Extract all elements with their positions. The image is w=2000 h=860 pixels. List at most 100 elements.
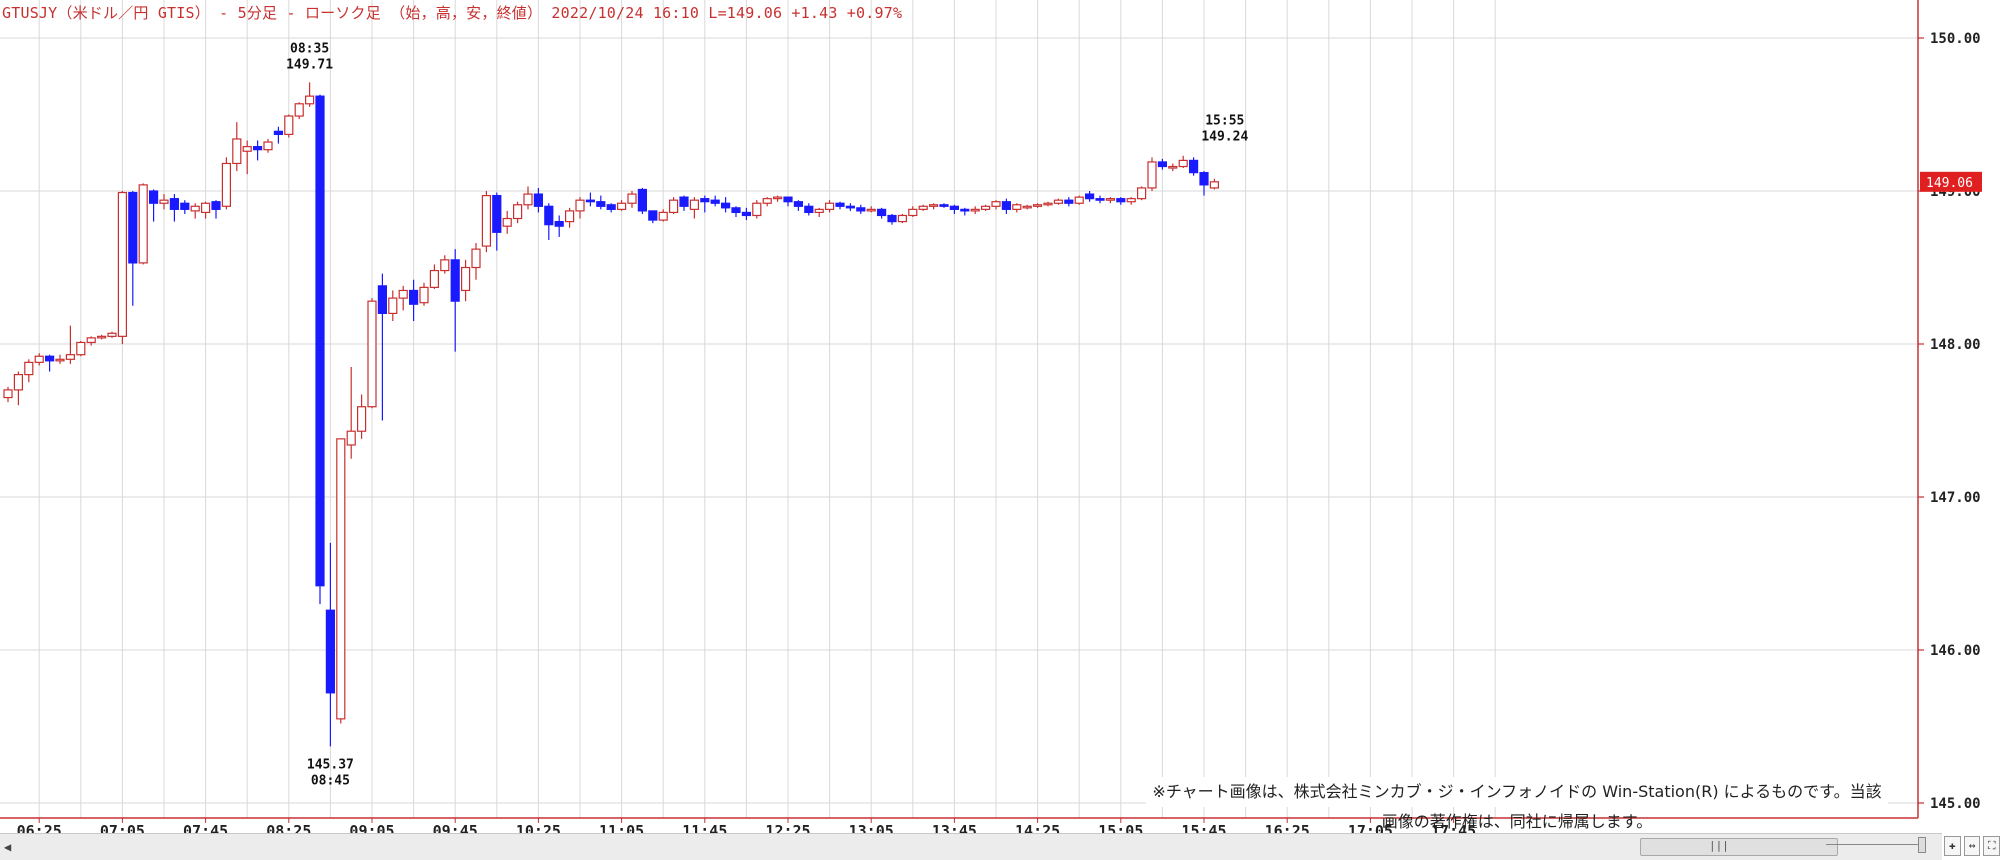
candle-body: [1022, 205, 1032, 209]
candle-body: [107, 332, 117, 337]
candle-body: [232, 138, 242, 165]
candle-body: [24, 361, 34, 376]
candle-body: [991, 201, 1001, 207]
candle-body: [1147, 161, 1157, 189]
price-tick-label: 148.00: [1930, 337, 1981, 353]
candle-body: [76, 341, 86, 356]
candle-body: [544, 205, 554, 226]
crosshair-tool-icon[interactable]: ✚: [1944, 836, 1961, 856]
candle-body: [65, 354, 76, 360]
candle-body: [211, 201, 221, 210]
candle-body: [752, 202, 762, 217]
time-tick-label: 12:25: [765, 822, 810, 833]
candle-body: [648, 210, 658, 221]
fit-tool-icon[interactable]: ⛶: [1983, 836, 2000, 856]
candle-body: [1116, 198, 1126, 203]
time-tick-label: 13:45: [932, 822, 977, 833]
candle-body: [564, 210, 575, 223]
candle-body: [783, 196, 793, 203]
scroll-left-icon[interactable]: ◀: [4, 840, 11, 854]
candle-body: [606, 204, 616, 210]
candle-body: [128, 191, 138, 264]
time-tick-label: 14:25: [1015, 822, 1060, 833]
price-tick-label: 147.00: [1930, 490, 1981, 506]
time-tick-label: 10:25: [516, 822, 561, 833]
candle-body: [804, 205, 814, 214]
candle-body: [960, 208, 970, 212]
scrollbar-track[interactable]: |||: [1640, 838, 1838, 856]
candle-body: [367, 300, 377, 408]
candle-body: [388, 297, 398, 315]
candle-body: [1105, 198, 1116, 201]
candle-body: [1053, 199, 1064, 204]
candle-body: [190, 205, 200, 212]
time-tick-label: 07:45: [183, 822, 228, 833]
time-tick-label: 16:25: [1265, 822, 1310, 833]
annotation-line-2: 08:45: [311, 773, 350, 788]
last-price-label: 149.06: [1926, 176, 1973, 191]
candle-body: [1074, 196, 1084, 204]
candle-body: [949, 205, 960, 210]
time-tick-label: 09:05: [349, 822, 394, 833]
annotation-line-2: 149.24: [1201, 129, 1248, 144]
candle-body: [710, 199, 720, 204]
candlestick-chart[interactable]: 08:35149.71 145.3708:45 15:55149.24 145.00…: [0, 0, 2000, 833]
candle-body: [679, 196, 689, 207]
candle-body: [1095, 198, 1105, 201]
candle-body: [1199, 172, 1209, 186]
candle-body: [263, 141, 273, 151]
candle-body: [3, 389, 13, 399]
zoom-knob[interactable]: [1918, 837, 1926, 853]
time-tick-label: 08:25: [266, 822, 311, 833]
candle-body: [970, 208, 980, 212]
pan-tool-icon[interactable]: ↔: [1963, 836, 1981, 856]
horizontal-scrollbar[interactable]: ◀ |||: [0, 833, 1942, 860]
time-tick-label: 07:05: [100, 822, 145, 833]
candle-body: [908, 208, 918, 217]
time-tick-label: 15:05: [1098, 822, 1143, 833]
candle-body: [575, 199, 585, 212]
annotation-line-1: 08:35: [290, 41, 329, 56]
candle-body: [492, 194, 502, 233]
candle-body: [1084, 193, 1095, 200]
candle-body: [1178, 159, 1188, 168]
chart-tools: ✚ ↔ ⛶: [1944, 836, 2000, 858]
candle-body: [720, 202, 731, 209]
candle-body: [887, 214, 897, 223]
time-tick-label: 06:25: [17, 822, 62, 833]
candle-body: [731, 207, 741, 214]
annotations: 08:35149.71 145.3708:45 15:55149.24: [286, 41, 1248, 788]
candle-body: [315, 95, 325, 587]
candle-body: [294, 103, 304, 117]
candle-body: [117, 191, 128, 337]
annotation-line-1: 15:55: [1205, 113, 1244, 128]
chart-window: 08:35 149.71 145.37 08:45 15:55 149.24 145.00…: [0, 0, 2000, 860]
price-axis: 145.00146.00147.00148.00149.00150.00149.…: [1917, 0, 1982, 818]
candle-body: [96, 335, 107, 339]
candle-body: [398, 289, 408, 299]
candle-body: [325, 609, 335, 694]
candle-body: [918, 205, 928, 210]
candle-body: [450, 259, 460, 302]
price-tick-label: 146.00: [1930, 643, 1981, 659]
candle-body: [138, 184, 148, 264]
candle-body: [1209, 181, 1220, 189]
candle-body: [554, 221, 564, 227]
candle-body: [34, 355, 44, 363]
candle-body: [1157, 161, 1168, 168]
candle-body: [585, 199, 596, 203]
candle-body: [658, 211, 668, 221]
candle-body: [876, 208, 887, 217]
candle-body: [149, 190, 159, 204]
scrollbar-grip-icon[interactable]: |||: [1709, 839, 1729, 852]
candle-body: [305, 95, 315, 105]
candle-body: [242, 146, 252, 152]
zoom-slider[interactable]: [1826, 836, 1944, 853]
candle-body: [814, 208, 824, 214]
candle-body: [762, 198, 772, 204]
candle-body: [471, 248, 481, 269]
candle-body: [201, 202, 211, 214]
time-tick-label: 11:45: [682, 822, 727, 833]
candle-body: [596, 201, 606, 207]
candle-body: [1168, 165, 1178, 169]
